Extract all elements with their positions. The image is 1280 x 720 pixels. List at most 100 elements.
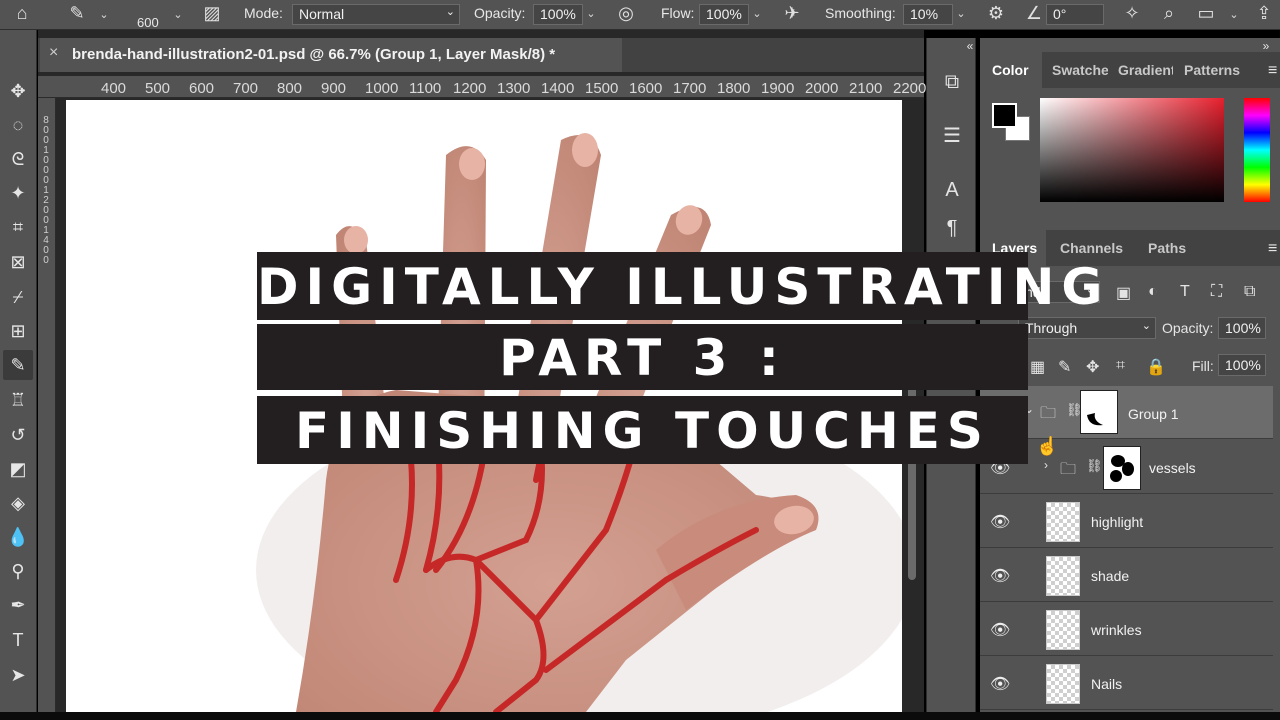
hue-slider[interactable] bbox=[1244, 98, 1270, 202]
mode-select[interactable]: Normal ⌄ bbox=[292, 4, 460, 25]
layer-name: Nails bbox=[1091, 676, 1123, 692]
type-filter-icon[interactable]: T bbox=[1180, 283, 1190, 301]
brush-size-value: 600 bbox=[137, 15, 159, 30]
tab-patterns[interactable]: Patterns bbox=[1184, 62, 1240, 78]
type-tool-icon[interactable]: T bbox=[3, 625, 33, 655]
angle-input[interactable]: 0° bbox=[1046, 4, 1104, 25]
smart-object-filter-icon[interactable]: ⧉ bbox=[1244, 283, 1255, 301]
opacity-input[interactable]: 100% bbox=[533, 4, 583, 25]
eye-icon[interactable]: 👁 bbox=[990, 512, 1010, 532]
flow-input[interactable]: 100% bbox=[699, 4, 749, 25]
color-picker-field[interactable] bbox=[1040, 98, 1224, 202]
home-icon[interactable]: ⌂ bbox=[10, 3, 34, 24]
brush-preset-chevron-icon[interactable]: ⌄ bbox=[96, 5, 112, 26]
eraser-tool-icon[interactable]: ◩ bbox=[3, 454, 33, 484]
layers-panel-menu-icon[interactable]: ≡ bbox=[1268, 240, 1277, 258]
lock-artboard-icon[interactable]: ⌗ bbox=[1116, 357, 1125, 375]
gear-icon[interactable]: ⚙ bbox=[984, 3, 1008, 24]
fill-label: Fill: bbox=[1192, 358, 1214, 374]
workspace-chevron-icon[interactable]: ⌄ bbox=[1226, 5, 1242, 26]
close-icon[interactable]: × bbox=[49, 44, 58, 62]
document-tab-title: brenda-hand-illustration2-01.psd @ 66.7%… bbox=[72, 46, 556, 63]
ruler-tick-label: 1300 bbox=[497, 80, 531, 97]
layer-name: vessels bbox=[1149, 460, 1196, 476]
layer-row-nails[interactable] bbox=[980, 657, 1273, 710]
move-tool-icon[interactable]: ✥ bbox=[3, 76, 33, 106]
foreground-color-swatch[interactable] bbox=[992, 103, 1017, 128]
vessels-mask-thumbnail[interactable] bbox=[1103, 446, 1141, 490]
layer-thumbnail[interactable] bbox=[1046, 610, 1080, 650]
paragraph-panel-icon[interactable]: ¶ bbox=[938, 214, 966, 242]
lock-position-icon[interactable]: ✥ bbox=[1086, 357, 1099, 377]
mode-label: Mode: bbox=[244, 5, 283, 21]
marquee-tool-icon[interactable]: ◌ bbox=[3, 110, 33, 140]
pen-tool-icon[interactable]: ✒ bbox=[3, 590, 33, 620]
share-icon[interactable]: ⇪ bbox=[1252, 3, 1276, 24]
link-icon[interactable]: ⛓ bbox=[1086, 458, 1103, 474]
fill-input[interactable]: 100% bbox=[1218, 354, 1266, 376]
ruler-tick-label: 1200 bbox=[453, 80, 487, 97]
shape-filter-icon[interactable]: ⛶ bbox=[1211, 283, 1222, 301]
ruler-tick-label: 1100 bbox=[409, 80, 442, 97]
crop-tool-icon[interactable]: ⌗ bbox=[3, 212, 33, 242]
layer-thumbnail[interactable] bbox=[1046, 502, 1080, 542]
lasso-tool-icon[interactable]: ᘓ bbox=[3, 144, 33, 174]
panel-menu-icon[interactable]: ≡ bbox=[1268, 62, 1277, 80]
tab-paths[interactable]: Paths bbox=[1148, 240, 1186, 256]
dodge-tool-icon[interactable]: ⚲ bbox=[3, 556, 33, 586]
ruler-tick-label: 2100 bbox=[849, 80, 883, 97]
eye-icon[interactable]: 👁 bbox=[990, 674, 1010, 694]
paint-bucket-tool-icon[interactable]: ◈ bbox=[3, 488, 33, 518]
blend-mode-select[interactable]: Through ⌄ bbox=[1018, 317, 1156, 339]
collapse-right-panels-icon[interactable]: » bbox=[1258, 40, 1274, 52]
layer-name: highlight bbox=[1091, 514, 1144, 530]
brush-settings-icon[interactable]: ▨ bbox=[200, 3, 224, 24]
symmetry-icon[interactable]: ✧ bbox=[1120, 3, 1144, 24]
layer-opacity-input[interactable]: 100% bbox=[1218, 317, 1266, 339]
airbrush-icon[interactable]: ✈ bbox=[780, 3, 804, 24]
tab-gradients[interactable]: Gradients bbox=[1118, 62, 1173, 78]
lock-transparency-icon[interactable]: ▦ bbox=[1030, 357, 1045, 377]
brush-tool-icon[interactable]: ✎ bbox=[3, 350, 33, 380]
smoothing-chevron-icon[interactable]: ⌄ bbox=[953, 4, 969, 25]
layer-thumbnail[interactable] bbox=[1046, 556, 1080, 596]
lock-all-icon[interactable]: 🔒 bbox=[1146, 357, 1166, 377]
brush-preset-icon[interactable]: ✎ bbox=[66, 3, 88, 24]
title-banner-line-2: PART 3 : bbox=[257, 324, 1028, 390]
eye-icon[interactable]: 👁 bbox=[990, 566, 1010, 586]
flow-chevron-icon[interactable]: ⌄ bbox=[749, 4, 765, 25]
bottom-edge bbox=[0, 712, 1280, 720]
adjustment-filter-icon[interactable]: ◐ bbox=[1148, 283, 1158, 301]
blur-tool-icon[interactable]: 💧 bbox=[3, 522, 33, 552]
lock-pixels-icon[interactable]: ✎ bbox=[1058, 357, 1071, 377]
opacity-chevron-icon[interactable]: ⌄ bbox=[583, 4, 599, 25]
history-brush-tool-icon[interactable]: ↺ bbox=[3, 420, 33, 450]
eye-icon[interactable]: 👁 bbox=[990, 620, 1010, 640]
collapse-chevron-icon[interactable]: › bbox=[1044, 458, 1048, 472]
tab-channels[interactable]: Channels bbox=[1060, 240, 1123, 256]
frame-tool-icon[interactable]: ⊠ bbox=[3, 247, 33, 277]
layer-mask-thumbnail[interactable] bbox=[1080, 390, 1118, 434]
tab-swatches[interactable]: Swatches bbox=[1052, 62, 1108, 78]
ruler-tick-label: 600 bbox=[189, 80, 215, 97]
character-panel-icon[interactable]: A bbox=[938, 176, 966, 204]
pixel-filter-icon[interactable]: ▣ bbox=[1116, 283, 1131, 303]
opacity-label: Opacity: bbox=[474, 5, 526, 21]
path-selection-tool-icon[interactable]: ➤ bbox=[3, 660, 33, 690]
layer-thumbnail[interactable] bbox=[1046, 664, 1080, 704]
smoothing-input[interactable]: 10% bbox=[903, 4, 953, 25]
adjustments-panel-icon[interactable]: ☰ bbox=[938, 122, 966, 150]
folder-icon: 🗀 bbox=[1040, 405, 1057, 422]
magic-wand-tool-icon[interactable]: ✦ bbox=[3, 178, 33, 208]
tab-color[interactable]: Color bbox=[992, 62, 1029, 78]
pressure-opacity-icon[interactable]: ◎ bbox=[615, 3, 637, 24]
workspace-icon[interactable]: ▭ bbox=[1194, 3, 1218, 24]
healing-tool-icon[interactable]: ⊞ bbox=[3, 316, 33, 346]
history-panel-icon[interactable]: ⧉ bbox=[938, 68, 966, 96]
layer-name: Group 1 bbox=[1128, 406, 1179, 422]
stamp-tool-icon[interactable]: ♖ bbox=[3, 385, 33, 415]
search-icon[interactable]: ⌕ bbox=[1158, 3, 1180, 24]
brush-size-chevron-icon[interactable]: ⌄ bbox=[170, 5, 186, 26]
mode-value: Normal bbox=[299, 6, 345, 22]
eyedropper-tool-icon[interactable]: ⌿ bbox=[3, 282, 33, 312]
